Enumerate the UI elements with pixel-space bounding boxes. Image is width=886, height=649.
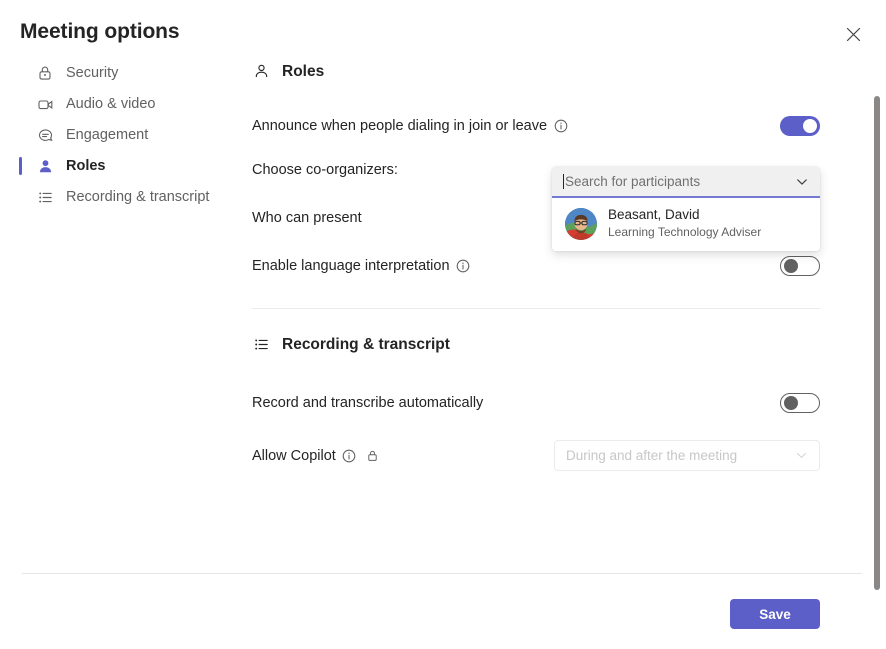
co-organizers-dropdown-panel: Search for participants Beasant, David L… [552,167,820,252]
main-content: Roles Announce when people dialing in jo… [252,62,820,489]
text-cursor [563,174,564,189]
person-outline-icon [252,62,271,81]
announce-dialin-row: Announce when people dialing in join or … [252,113,820,139]
chevron-down-icon[interactable] [795,175,809,189]
language-interpretation-toggle[interactable] [780,256,820,276]
lock-icon [366,449,380,463]
close-button[interactable] [840,21,866,47]
record-transcribe-toggle[interactable] [780,393,820,413]
record-transcribe-row: Record and transcribe automatically [252,390,820,416]
participant-suggestion-item[interactable]: Beasant, David Learning Technology Advis… [552,198,820,252]
sidebar-item-label: Audio & video [66,96,156,112]
recording-heading-label: Recording & transcript [282,335,450,353]
chat-bubble-icon [36,126,54,144]
participant-search-placeholder: Search for participants [565,174,701,189]
roles-section-heading: Roles [252,62,820,81]
toggle-knob [784,259,798,273]
sidebar-item-label: Security [66,65,119,81]
allow-copilot-label: Allow Copilot [252,447,336,464]
participant-search-field[interactable]: Search for participants [552,167,820,198]
sidebar-item-label: Recording & transcript [66,189,210,205]
sidebar-item-recording-transcript[interactable]: Recording & transcript [0,182,236,212]
sidebar-item-label: Roles [66,158,106,174]
allow-copilot-row: Allow Copilot During and after the meeti… [252,440,820,471]
allow-copilot-label-group: Allow Copilot [252,448,380,464]
save-button[interactable]: Save [730,599,820,629]
participant-role: Learning Technology Adviser [608,224,762,239]
avatar [565,207,597,240]
who-can-present-label: Who can present [252,210,362,226]
allow-copilot-select-value: During and after the meeting [566,448,738,463]
sidebar-item-security[interactable]: Security [0,58,236,88]
language-interpretation-label-group: Enable language interpretation [252,258,471,274]
sidebar-item-roles[interactable]: Roles [0,151,236,181]
list-icon [36,188,54,206]
sidebar-item-audio-video[interactable]: Audio & video [0,89,236,119]
person-photo-avatar [565,207,597,240]
allow-copilot-select[interactable]: During and after the meeting [554,440,820,471]
who-can-present-label-group: Who can present [252,210,362,226]
announce-dialin-toggle[interactable] [780,116,820,136]
lock-icon [36,64,54,82]
close-icon [846,27,860,41]
record-transcribe-label-group: Record and transcribe automatically [252,395,483,411]
participant-name: Beasant, David [608,207,700,222]
sidebar-item-engagement[interactable]: Engagement [0,120,236,150]
roles-heading-label: Roles [282,62,325,80]
info-icon[interactable] [553,119,568,134]
recording-section-heading: Recording & transcript [252,335,820,354]
language-interpretation-row: Enable language interpretation [252,253,820,279]
list-icon [252,335,271,354]
choose-co-organizers-label-group: Choose co-organizers: [252,162,398,178]
scrollbar-thumb[interactable] [874,96,880,590]
footer-divider [22,573,862,574]
section-divider [252,308,820,309]
language-interpretation-label: Enable language interpretation [252,258,450,274]
announce-dialin-label: Announce when people dialing in join or … [252,118,548,134]
record-transcribe-label: Record and transcribe automatically [252,395,484,411]
toggle-knob [784,396,798,410]
participant-suggestion-text: Beasant, David Learning Technology Advis… [608,207,761,240]
toggle-knob [803,119,817,133]
sidebar-nav: Security Audio & video Engagement Roles [0,58,236,213]
choose-co-organizers-label: Choose co-organizers: [252,162,398,178]
video-camera-icon [36,95,54,113]
page-title: Meeting options [20,20,180,43]
info-icon[interactable] [456,259,471,274]
person-icon [36,157,54,175]
info-icon[interactable] [342,448,357,463]
sidebar-item-label: Engagement [66,127,149,143]
announce-dialin-label-group: Announce when people dialing in join or … [252,118,568,134]
co-organizers-dropdown: Search for participants Beasant, David L… [552,167,820,252]
chevron-down-icon [795,449,808,462]
